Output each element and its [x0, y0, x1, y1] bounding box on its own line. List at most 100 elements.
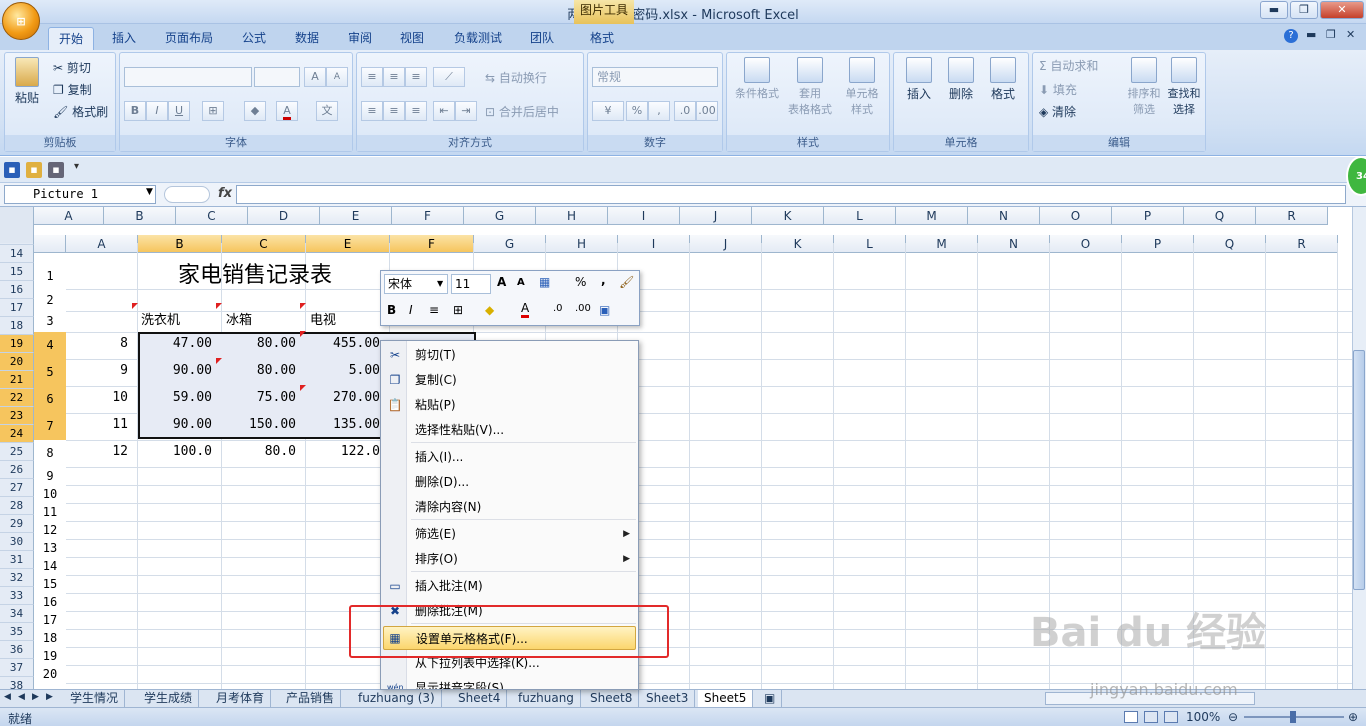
page-break-view-icon[interactable]: [1164, 711, 1178, 723]
column-header[interactable]: A: [66, 235, 138, 253]
outer-column-header[interactable]: G: [464, 207, 536, 225]
cell-b[interactable]: 90.00: [138, 363, 222, 378]
outer-column-header[interactable]: P: [1112, 207, 1184, 225]
mini-fill-color-icon[interactable]: ◆: [485, 303, 494, 317]
row-header[interactable]: 29: [0, 515, 34, 533]
cell-c[interactable]: 80.00: [222, 336, 306, 351]
mini-shrink-font-icon[interactable]: A: [517, 277, 525, 288]
number-format-combo[interactable]: 常规: [592, 67, 718, 87]
menu-item[interactable]: 粘贴(P): [407, 393, 638, 417]
fill-button[interactable]: ⬇ 填充: [1039, 81, 1077, 98]
outer-column-header[interactable]: D: [248, 207, 320, 225]
percent-button[interactable]: %: [626, 101, 648, 121]
row-header[interactable]: 21: [0, 371, 34, 389]
tab-page-layout[interactable]: 页面布局: [155, 27, 223, 50]
formula-input[interactable]: [236, 185, 1346, 204]
outer-column-header[interactable]: M: [896, 207, 968, 225]
sheet-tab[interactable]: 学生情况: [64, 690, 126, 708]
cell-c[interactable]: 80.0: [222, 444, 306, 459]
format-as-table-button[interactable]: 套用 表格格式: [785, 57, 835, 117]
copy-button[interactable]: ❐ 复制: [53, 81, 92, 98]
row-header[interactable]: 22: [0, 389, 34, 407]
help-icon[interactable]: ?: [1284, 29, 1298, 43]
menu-item[interactable]: 显示拼音字段(S): [407, 676, 638, 689]
column-header[interactable]: E: [306, 235, 390, 253]
outer-column-header[interactable]: O: [1040, 207, 1112, 225]
outer-column-header[interactable]: H: [536, 207, 608, 225]
inner-row-header[interactable]: 4: [34, 332, 66, 359]
cell-b[interactable]: 47.00: [138, 336, 222, 351]
inner-row-header[interactable]: 12: [34, 521, 66, 539]
mini-increase-decimal-icon[interactable]: .0: [553, 303, 563, 314]
cell-a[interactable]: 8: [66, 336, 138, 351]
bold-button[interactable]: B: [124, 101, 146, 121]
cell-e[interactable]: 270.00: [306, 390, 390, 405]
column-header[interactable]: O: [1050, 235, 1122, 253]
cell-e[interactable]: 455.00: [306, 336, 390, 351]
inner-row-header[interactable]: 14: [34, 557, 66, 575]
wrap-text-button[interactable]: ⇆ 自动换行: [485, 69, 547, 86]
sheet-tab[interactable]: fuzhuang (3): [352, 690, 442, 708]
office-button[interactable]: ⊞: [2, 2, 40, 40]
mini-size-combo[interactable]: 11: [451, 274, 491, 294]
cell-b[interactable]: 59.00: [138, 390, 222, 405]
row-header[interactable]: 24: [0, 425, 34, 443]
tab-load-test[interactable]: 负载测试: [444, 27, 512, 50]
inner-row-header[interactable]: 20: [34, 665, 66, 683]
menu-item[interactable]: 选择性粘贴(V)...: [407, 418, 638, 442]
name-box-dropdown-icon[interactable]: ▼: [146, 187, 153, 197]
close-button[interactable]: ✕: [1320, 1, 1364, 19]
inner-row-header[interactable]: 11: [34, 503, 66, 521]
merge-center-button[interactable]: ⊡ 合并后居中: [485, 103, 559, 120]
sheet-tab[interactable]: Sheet8: [584, 690, 640, 708]
cell-c[interactable]: 75.00: [222, 390, 306, 405]
sheet-nav-last-icon[interactable]: ▶: [46, 692, 53, 702]
column-header[interactable]: R: [1266, 235, 1338, 253]
fill-color-button[interactable]: ◆: [244, 101, 266, 121]
outer-column-header[interactable]: F: [392, 207, 464, 225]
sheet-nav-first-icon[interactable]: ◀: [4, 692, 11, 702]
column-header[interactable]: G: [474, 235, 546, 253]
restore-button[interactable]: ❐: [1290, 1, 1318, 19]
outer-column-header[interactable]: Q: [1184, 207, 1256, 225]
column-header[interactable]: M: [906, 235, 978, 253]
format-cells-button[interactable]: 格式: [984, 57, 1022, 102]
cell-b[interactable]: 90.00: [138, 417, 222, 432]
sheet-tab[interactable]: Sheet3: [640, 690, 696, 708]
inner-row-header[interactable]: 2: [34, 289, 66, 311]
doc-minimize-icon[interactable]: ▬: [1306, 28, 1316, 41]
zoom-slider-thumb[interactable]: [1290, 711, 1296, 723]
menu-item[interactable]: 筛选(E) ▶: [407, 522, 638, 546]
outer-column-header[interactable]: J: [680, 207, 752, 225]
align-top-icon[interactable]: ≡: [361, 67, 383, 87]
cell-a[interactable]: 9: [66, 363, 138, 378]
column-header[interactable]: N: [978, 235, 1050, 253]
tab-data[interactable]: 数据: [285, 27, 329, 50]
outer-column-header[interactable]: A: [34, 207, 104, 225]
phonetic-button[interactable]: 文: [316, 101, 338, 121]
column-header[interactable]: L: [834, 235, 906, 253]
align-left-icon[interactable]: ≡: [361, 101, 383, 121]
tab-review[interactable]: 审阅: [338, 27, 382, 50]
inner-row-header[interactable]: 16: [34, 593, 66, 611]
inner-row-header[interactable]: 3: [34, 311, 66, 332]
outer-column-header[interactable]: B: [104, 207, 176, 225]
sheet-tab[interactable]: 学生成绩: [138, 690, 200, 708]
formula-expander[interactable]: [164, 186, 210, 203]
mini-merge-icon[interactable]: ▣: [599, 303, 610, 317]
doc-restore-icon[interactable]: ❐: [1326, 28, 1336, 41]
row-header[interactable]: 32: [0, 569, 34, 587]
row-header[interactable]: 23: [0, 407, 34, 425]
sheet-nav-next-icon[interactable]: ▶: [32, 692, 39, 702]
tab-format[interactable]: 格式: [580, 27, 624, 50]
cell-a[interactable]: 12: [66, 444, 138, 459]
mini-format-painter-icon[interactable]: 🖌: [619, 275, 634, 289]
increase-indent-icon[interactable]: ⇥: [455, 101, 477, 121]
row-header[interactable]: 28: [0, 497, 34, 515]
row-header[interactable]: 33: [0, 587, 34, 605]
row-header[interactable]: 16: [0, 281, 34, 299]
font-name-combo[interactable]: [124, 67, 252, 87]
vertical-scroll-thumb[interactable]: [1353, 350, 1365, 590]
font-color-button[interactable]: A: [276, 101, 298, 121]
menu-item[interactable]: 排序(O) ▶: [407, 547, 638, 571]
